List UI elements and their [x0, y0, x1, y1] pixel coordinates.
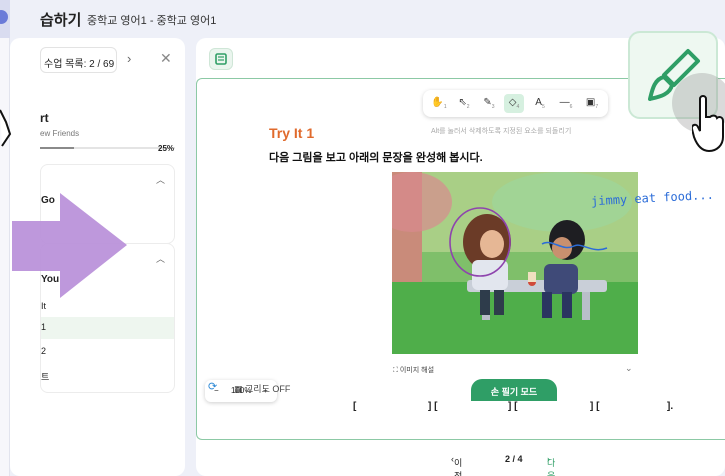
breadcrumb: 중학교 영어1 - 중학교 영어1: [87, 15, 217, 27]
blank-bracket[interactable]: [: [353, 401, 356, 412]
progress-fill: [40, 147, 74, 149]
handwriting-mode-button[interactable]: 손 필기 모드: [471, 379, 557, 401]
textbook-button[interactable]: [209, 48, 233, 70]
progress-percent: 25%: [158, 144, 175, 153]
pen-icon[interactable]: ✎3: [479, 94, 499, 113]
blank-bracket[interactable]: ] [: [428, 401, 437, 412]
image-icon[interactable]: ▣7: [582, 94, 602, 113]
refresh-icon[interactable]: ⟳: [208, 380, 217, 393]
prev-page-button[interactable]: ‹ 이전: [451, 454, 462, 476]
lesson-item[interactable]: 트: [41, 365, 174, 387]
unit-subtitle: ew Friends: [40, 129, 80, 138]
line-icon[interactable]: —6: [556, 94, 576, 113]
hand-icon[interactable]: ✋1: [429, 94, 449, 113]
app-rail: [0, 0, 10, 476]
hand-cursor-icon: [692, 95, 724, 153]
lesson-item-active[interactable]: 1: [41, 317, 174, 339]
lesson-item[interactable]: 2: [41, 341, 174, 363]
toolbar-hint: Alt를 눌러서 삭제하도록 지정된 요소를 되돌리기: [431, 128, 572, 135]
chevron-up-icon[interactable]: ︿: [156, 252, 165, 265]
unit-title: rt: [40, 111, 49, 125]
blank-bracket[interactable]: ].: [667, 401, 673, 412]
top-bar: 습하기 중학교 영어1 - 중학교 영어1: [40, 0, 725, 36]
lesson-item[interactable]: It: [41, 296, 174, 318]
text-icon[interactable]: A5: [530, 94, 550, 113]
unit-progress-bar: [40, 147, 175, 149]
app-logo-icon[interactable]: [0, 10, 8, 24]
pagination: ‹ 이전 2 / 4 다음 ›: [451, 452, 591, 476]
hand-cursor-icon: [0, 109, 12, 147]
image-caption[interactable]: ⛶ 이미지 해설: [393, 365, 434, 375]
grid-toggle[interactable]: ▦ 그리드 OFF: [234, 382, 290, 395]
lesson-list-button[interactable]: 수업 목록: 2 / 69: [40, 47, 117, 73]
activity-title: Try It 1: [269, 125, 315, 141]
book-icon: [215, 53, 227, 65]
chevron-up-icon[interactable]: ︿: [156, 173, 165, 186]
activity-instruction: 다음 그림을 보고 아래의 문장을 완성해 봅시다.: [269, 152, 483, 164]
pointer-icon[interactable]: ⇖2: [454, 94, 474, 113]
collapsed-panel: [0, 38, 10, 476]
eraser-icon[interactable]: ◇4: [504, 94, 524, 113]
page-indicator: 2 / 4: [505, 454, 523, 464]
lesson-list-header: 수업 목록: 2 / 69 › ✕: [40, 45, 180, 75]
page-title: 습하기: [40, 12, 82, 29]
next-page-button[interactable]: 다음 ›: [547, 454, 555, 476]
blank-bracket[interactable]: ] [: [508, 401, 517, 412]
arrow-right-icon: [12, 193, 127, 298]
chevron-right-icon[interactable]: ›: [127, 51, 131, 66]
close-icon[interactable]: ✕: [160, 50, 172, 67]
chevron-down-icon[interactable]: ⌄: [625, 363, 633, 374]
blank-bracket[interactable]: ] [: [590, 401, 599, 412]
drawing-toolbar: ✋1 ⇖2 ✎3 ◇4 A5 —6 ▣7: [423, 90, 608, 117]
